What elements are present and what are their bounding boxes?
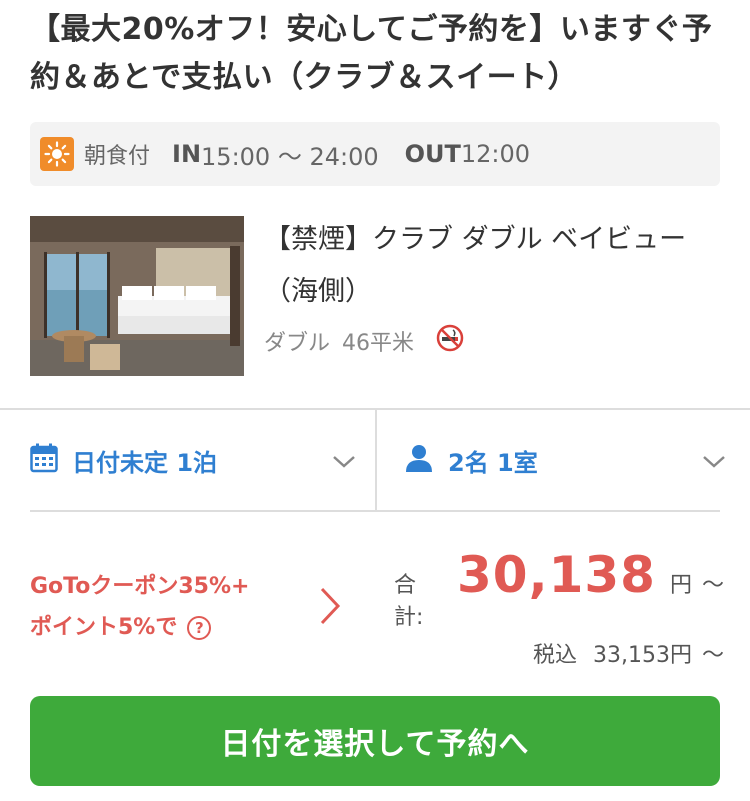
chevron-down-icon	[332, 454, 356, 473]
checkin-time: 15:00 〜 24:00	[201, 142, 379, 171]
room-name[interactable]: 【禁煙】クラブ ダブル ベイビュー（海側）	[264, 214, 714, 318]
coupon-line1: GoToクーポン35%+	[30, 574, 250, 599]
total-amount: 30,138	[457, 546, 656, 604]
coupon-line2-row: ポイント5%で?	[30, 607, 350, 648]
plan-info-bar: 朝食付 IN 15:00 〜 24:00 OUT 12:00	[30, 122, 720, 186]
price-tilde: 〜	[701, 573, 724, 598]
total-price-row: 合計: 30,138 円 〜	[394, 546, 724, 631]
coupon-line2: ポイント5%で	[30, 615, 178, 640]
tax-price-row: 税込 33,153円 〜	[394, 637, 724, 669]
bed-type: ダブル	[264, 331, 331, 356]
coupon-link[interactable]: GoToクーポン35%+ ポイント5%で?	[30, 566, 350, 646]
checkout-time: 12:00	[460, 140, 531, 168]
help-icon[interactable]: ?	[187, 616, 212, 640]
guest-selector-label: 2名 1室	[448, 448, 538, 477]
total-label: 合計:	[394, 573, 424, 630]
date-selector-label: 日付未定 1泊	[72, 448, 218, 477]
currency-label: 円	[669, 573, 692, 598]
tax-tilde: 〜	[701, 643, 724, 668]
chevron-down-icon	[702, 454, 726, 473]
chevron-right-icon[interactable]	[318, 586, 342, 630]
checkout-label: OUT	[404, 140, 461, 168]
plan-title: 【最大20%オフ！安心してご予約を】いますぐ予約＆あとで支払い（クラブ＆スイート…	[30, 12, 713, 95]
room-photo[interactable]	[30, 216, 244, 376]
tax-amount: 33,153円	[593, 643, 692, 668]
price-area: 合計: 30,138 円 〜 税込 33,153円 〜	[394, 546, 724, 669]
room-meta: ダブル 46平米	[264, 324, 464, 358]
no-smoking-icon	[436, 324, 464, 358]
person-icon	[404, 443, 434, 477]
tax-label: 税込	[532, 643, 577, 668]
calendar-icon	[30, 443, 58, 477]
section-divider-bottom	[30, 510, 720, 512]
selector-divider	[375, 410, 377, 510]
meal-label: 朝食付	[84, 144, 151, 169]
room-size: 46平米	[342, 331, 415, 356]
date-selector[interactable]: 日付未定 1泊	[30, 410, 360, 510]
select-date-reserve-button[interactable]: 日付を選択して予約へ	[30, 696, 720, 786]
checkin-label: IN	[172, 140, 202, 168]
guest-selector[interactable]: 2名 1室	[404, 410, 730, 510]
sun-icon	[40, 137, 74, 171]
